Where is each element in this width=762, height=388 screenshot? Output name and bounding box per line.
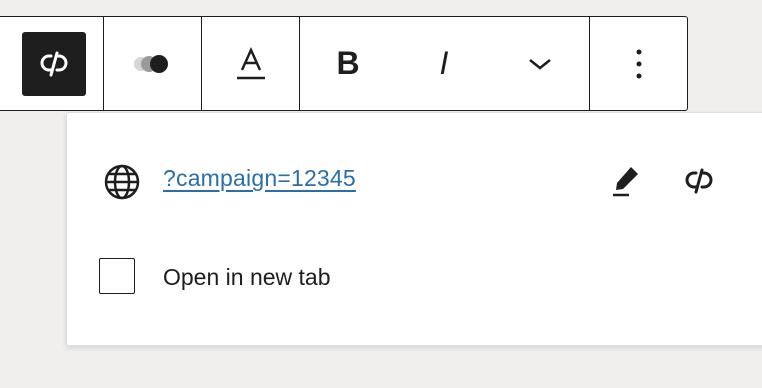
- italic-button[interactable]: I: [396, 32, 492, 96]
- remove-link-button[interactable]: [677, 159, 721, 203]
- more-options-icon: [636, 49, 641, 78]
- highlight-icon: [133, 54, 168, 73]
- italic-icon: I: [439, 45, 449, 81]
- pencil-icon: [613, 167, 638, 197]
- text-color-group: [202, 17, 300, 110]
- open-in-new-tab-checkbox[interactable]: [99, 258, 135, 294]
- link-group: [0, 17, 104, 110]
- globe-icon: [104, 164, 140, 200]
- link-url[interactable]: ?campaign=12345: [163, 165, 356, 192]
- open-in-new-tab-label: Open in new tab: [163, 264, 331, 290]
- format-group: B I: [300, 17, 590, 110]
- options-group: [590, 17, 687, 110]
- text-color-button[interactable]: [219, 32, 283, 96]
- bold-icon: B: [336, 45, 360, 81]
- bold-button[interactable]: B: [300, 32, 396, 96]
- text-color-icon: [236, 46, 265, 79]
- more-options-button[interactable]: [607, 32, 671, 96]
- link-popover: ?campaign=12345 Open in new tab: [66, 112, 762, 346]
- unlink-icon: [40, 51, 68, 76]
- chevron-down-icon: [529, 58, 551, 70]
- highlight-group: [104, 17, 202, 110]
- block-toolbar: B I: [0, 16, 688, 111]
- highlight-button[interactable]: [121, 32, 185, 96]
- unlink-icon: [685, 168, 713, 194]
- edit-link-button[interactable]: [605, 159, 649, 203]
- unlink-toolbar-button[interactable]: [22, 31, 86, 96]
- more-formats-dropdown[interactable]: [492, 32, 588, 96]
